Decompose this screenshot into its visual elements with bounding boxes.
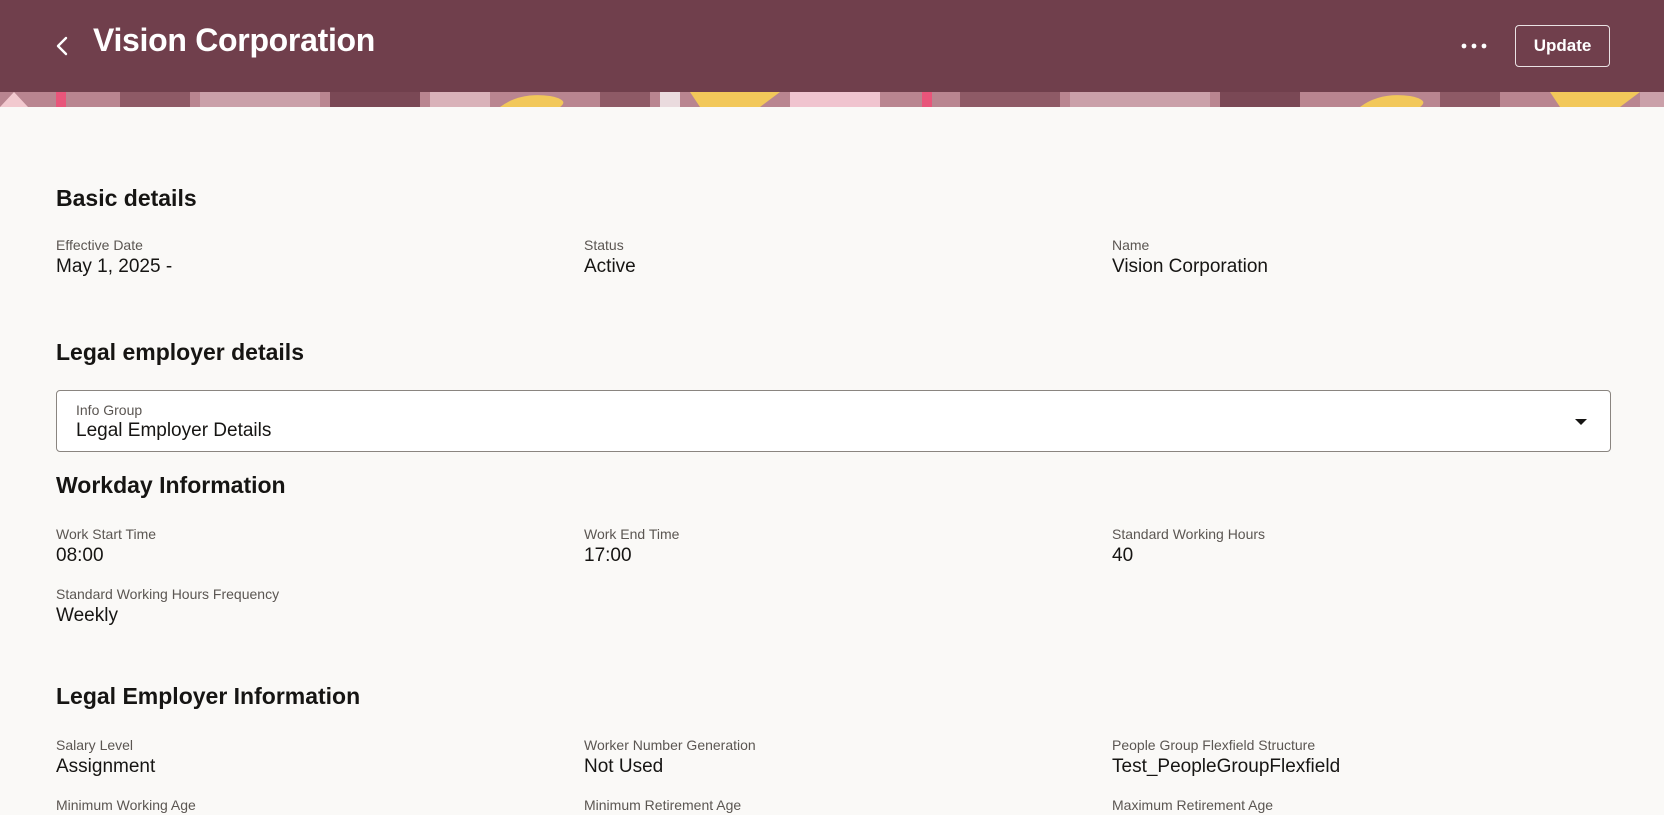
field-label: Effective Date xyxy=(56,237,143,253)
field-value: May 1, 2025 - xyxy=(56,256,173,277)
caret-down-icon xyxy=(1575,419,1587,425)
field-minimum-retirement-age: Minimum Retirement Age xyxy=(584,797,1064,814)
field-maximum-retirement-age: Maximum Retirement Age xyxy=(1112,797,1592,814)
banner-pattern xyxy=(0,92,1664,107)
field-salary-level: Salary Level Assignment xyxy=(56,737,536,779)
field-value: 08:00 xyxy=(56,545,104,566)
page-header: Vision Corporation Update xyxy=(0,0,1664,92)
chevron-left-icon xyxy=(56,36,68,56)
field-value: 17:00 xyxy=(584,545,632,566)
section-title-workday-information: Workday Information xyxy=(56,472,286,498)
info-group-select[interactable]: Info Group Legal Employer Details xyxy=(56,390,1611,452)
info-group-label: Info Group xyxy=(76,402,143,418)
field-label: Maximum Retirement Age xyxy=(1112,797,1274,813)
field-label: Work End Time xyxy=(584,526,680,542)
field-worker-number-generation: Worker Number Generation Not Used xyxy=(584,737,1064,779)
field-label: Salary Level xyxy=(56,737,134,753)
field-label: Standard Working Hours Frequency xyxy=(56,586,280,602)
field-work-start-time: Work Start Time 08:00 xyxy=(56,526,536,568)
update-button[interactable]: Update xyxy=(1515,25,1610,67)
field-people-group-flexfield-structure: People Group Flexfield Structure Test_Pe… xyxy=(1112,737,1592,779)
field-label: Status xyxy=(584,237,624,253)
info-group-value: Legal Employer Details xyxy=(76,420,272,441)
back-button[interactable] xyxy=(46,28,78,64)
field-value: Weekly xyxy=(56,605,118,626)
field-work-end-time: Work End Time 17:00 xyxy=(584,526,1064,568)
field-label: People Group Flexfield Structure xyxy=(1112,737,1316,753)
field-value: Assignment xyxy=(56,756,156,777)
field-value: Vision Corporation xyxy=(1112,256,1268,277)
more-horizontal-icon xyxy=(1461,43,1487,49)
field-value: Active xyxy=(584,256,636,277)
section-title-basic-details: Basic details xyxy=(56,185,197,211)
field-minimum-working-age: Minimum Working Age xyxy=(56,797,536,814)
more-actions-button[interactable] xyxy=(1458,30,1490,62)
field-standard-working-hours-frequency: Standard Working Hours Frequency Weekly xyxy=(56,586,536,628)
section-title-legal-employer-details: Legal employer details xyxy=(56,339,304,365)
field-label: Standard Working Hours xyxy=(1112,526,1266,542)
field-effective-date: Effective Date May 1, 2025 - xyxy=(56,237,536,279)
decorative-banner xyxy=(0,92,1664,107)
field-standard-working-hours: Standard Working Hours 40 xyxy=(1112,526,1592,568)
field-label: Name xyxy=(1112,237,1150,253)
field-value: Test_PeopleGroupFlexfield xyxy=(1112,756,1341,777)
section-title-legal-employer-information: Legal Employer Information xyxy=(56,683,361,709)
field-label: Worker Number Generation xyxy=(584,737,756,753)
field-label: Minimum Working Age xyxy=(56,797,196,813)
page-title: Vision Corporation xyxy=(93,22,376,58)
field-name: Name Vision Corporation xyxy=(1112,237,1592,279)
field-value: Not Used xyxy=(584,756,664,777)
field-value: 40 xyxy=(1112,545,1134,566)
field-label: Work Start Time xyxy=(56,526,157,542)
field-status: Status Active xyxy=(584,237,1064,279)
field-label: Minimum Retirement Age xyxy=(584,797,742,813)
